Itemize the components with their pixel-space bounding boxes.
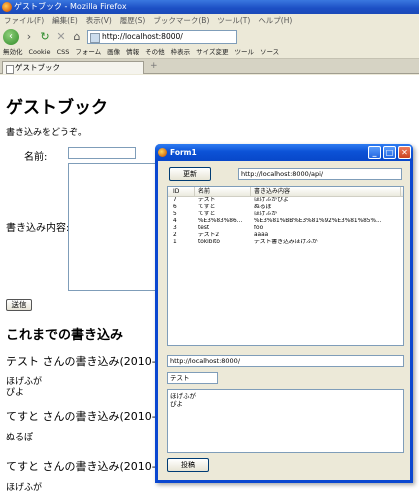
bm-misc[interactable]: その他 [145,46,165,58]
entry-body-line: ぴよ [6,388,25,398]
bm-info[interactable]: 情報 [126,46,139,58]
row-name: テスト2 [198,232,220,238]
bm-disable[interactable]: 無効化 [3,46,23,58]
menu-history[interactable]: 履歴(S) [120,14,146,27]
row-content: ほげふが [254,211,278,217]
row-name: %E3%83%86... [198,218,243,224]
bookmark-toolbar: 無効化 Cookie CSS フォーム 画像 情報 その他 枠表示 サイズ変更 … [0,46,419,59]
menu-file[interactable]: ファイル(F) [4,14,44,27]
bm-tools[interactable]: ツール [234,46,254,58]
bm-cookie[interactable]: Cookie [29,46,51,58]
row-content: %E3%81%BB%E3%81%92%E3%81%85%... [254,218,382,224]
entry-header: テスト さんの書き込み(2010-0 [6,355,163,368]
row-content: foo [254,225,264,231]
content-textarea[interactable] [68,163,168,291]
page-title: ゲストブック [6,98,108,118]
row-name: tokibito [198,239,220,245]
list-row[interactable]: 2 テスト2 aaaa [168,232,403,239]
reload-icon[interactable]: ↻ [39,30,51,43]
browser-title-bar: ゲストブック - Mozilla Firefox [0,0,419,14]
menu-edit[interactable]: 編集(E) [52,14,78,27]
bm-css[interactable]: CSS [57,46,70,58]
navigation-toolbar: ‹ › ↻ ✕ ⌂ http://localhost:8000/ [0,27,419,46]
close-icon[interactable]: ✕ [398,146,411,159]
submit-button[interactable]: 送信 [6,299,32,311]
row-content: aaaa [254,232,269,238]
entry-body-line: ぬるぽ [6,433,34,443]
new-tab-button[interactable]: + [150,61,158,71]
maximize-icon[interactable]: □ [383,146,396,159]
menu-help[interactable]: ヘルプ(H) [258,14,292,27]
bm-forms[interactable]: フォーム [75,46,101,58]
minimize-icon[interactable]: _ [368,146,381,159]
forward-icon[interactable]: › [23,30,35,43]
tab-bar: ゲストブック + [0,59,419,74]
back-icon[interactable]: ‹ [3,28,19,45]
row-id: 2 [173,232,177,238]
list-row[interactable]: 4 %E3%83%86... %E3%81%BB%E3%81%92%E3%81%… [168,218,403,225]
firefox-icon [2,2,12,12]
url-input[interactable]: http://localhost:8000/ [87,29,237,44]
tab-guestbook[interactable]: ゲストブック [2,61,144,74]
list-row[interactable]: 7 テスト ほげふがぴよ [168,197,403,204]
post-button[interactable]: 投稿 [167,458,209,472]
post-url-input[interactable]: http://localhost:8000/ [167,355,404,367]
form1-title: Form1 [170,148,197,157]
content-line: ほげふが [170,392,196,400]
row-content: ぬるぽ [254,204,272,210]
posts-heading: これまでの書き込み [6,328,124,343]
page-intro: 書き込みをどうぞ。 [6,128,88,138]
list-row[interactable]: 1 tokibito テスト書き込みほげふが [168,239,403,246]
row-content: ほげふがぴよ [254,197,289,203]
form1-window: Form1 _ □ ✕ 更新 http://localhost:8000/api… [155,144,413,483]
name-input[interactable]: テスト [167,372,218,384]
bm-source[interactable]: ソース [260,46,279,58]
row-id: 5 [173,211,177,217]
refresh-button[interactable]: 更新 [169,167,211,181]
entry-header: てすと さんの書き込み(2010-0 [6,410,163,423]
stop-icon[interactable]: ✕ [55,30,67,43]
bm-outline[interactable]: 枠表示 [171,46,191,58]
row-id: 4 [173,218,177,224]
row-content: テスト書き込みほげふが [254,239,318,245]
row-name: てすと [198,204,216,210]
row-name: てすと [198,211,216,217]
bm-images[interactable]: 画像 [107,46,120,58]
name-label: 名前: [24,152,48,163]
bm-resize[interactable]: サイズ変更 [196,46,228,58]
row-name: テスト [198,197,216,203]
menu-tools[interactable]: ツール(T) [217,14,250,27]
name-input[interactable] [68,147,136,159]
content-line: ぴよ [170,400,183,408]
list-row[interactable]: 6 てすと ぬるぽ [168,204,403,211]
browser-title: ゲストブック - Mozilla Firefox [14,2,127,11]
api-url-input[interactable]: http://localhost:8000/api/ [238,168,402,180]
menu-bookmarks[interactable]: ブックマーク(B) [153,14,209,27]
row-id: 7 [173,197,177,203]
entry-header: てすと さんの書き込み(2010-0 [6,460,163,473]
menu-view[interactable]: 表示(V) [86,14,112,27]
column-content[interactable]: 書き込み内容 [251,187,401,196]
entry-body-line: ほげふが [6,377,43,387]
entry-body-line: ほげふが [6,483,43,493]
entries-listview[interactable]: ID 名前 書き込み内容 7 テスト ほげふがぴよ 6 てすと ぬるぽ 5 てす… [167,186,404,346]
content-label: 書き込み内容: [6,223,70,234]
home-icon[interactable]: ⌂ [71,30,83,43]
row-name: test [198,225,210,231]
app-icon [158,148,167,157]
list-row[interactable]: 3 test foo [168,225,403,232]
list-row[interactable]: 5 てすと ほげふが [168,211,403,218]
row-id: 6 [173,204,177,210]
content-textarea[interactable]: ほげふが ぴよ [167,389,404,453]
column-name[interactable]: 名前 [195,187,251,196]
list-header: ID 名前 書き込み内容 [168,187,403,197]
column-id[interactable]: ID [168,187,195,196]
row-id: 3 [173,225,177,231]
form1-title-bar[interactable]: Form1 _ □ ✕ [155,144,413,161]
menu-bar: ファイル(F) 編集(E) 表示(V) 履歴(S) ブックマーク(B) ツール(… [0,14,419,27]
row-id: 1 [173,239,177,245]
